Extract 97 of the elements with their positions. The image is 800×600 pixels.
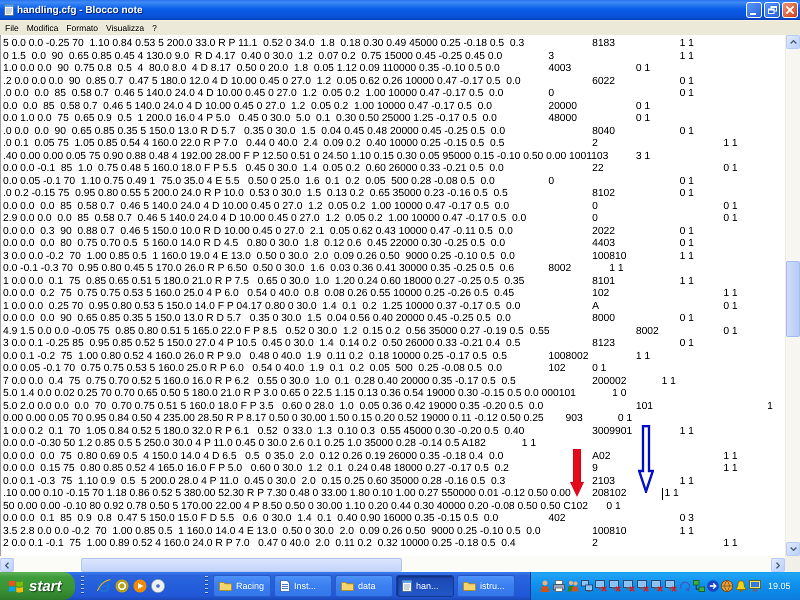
horizontal-scrollbar[interactable] [0, 556, 785, 572]
disc-icon[interactable] [151, 579, 165, 593]
taskbar-button[interactable]: Inst... [274, 575, 332, 597]
menu-item[interactable]: Modifica [22, 20, 62, 34]
scroll-down-button[interactable] [786, 542, 800, 556]
text-line: 2 0.0 0.1 -0.1 75 1.00 0.89 0.52 4 160.0 24.0 R P 7.0 0.47 0 40.0 2.0 0.11 0.2 0.32 10000 0.25 -0.18 0.5 0.4 2 1 1 [3, 538, 738, 551]
arrow-circle-icon[interactable] [707, 580, 719, 592]
text-line: 0.0 0.0 0.1 85 0.9 0.8 0.47 5 150.0 15.0 F D 5.5 0.6 0 30.0 1.4 0.1 0.40 0.90 16000 0.35 -0.15 0.5 0.0 402 0 3 [3, 513, 694, 526]
text-line: .0 0.1 0.05 75 1.05 0.85 0.54 4 160.0 22.0 R P 7.0 0.44 0 40.0 2.4 0.09 0.2 0.40 10000 0.25 -0.15 0.5 0.5 2 1 1 [3, 138, 738, 151]
folder-icon [341, 581, 354, 591]
text-line: 7 0.0 0.0 0.4 75 0.75 0.70 0.52 5 160.0 16.0 R P 6.2 0.55 0 30.0 1.0 0.1 0.28 0.40 20000 0.35 -0.17 0.5 0.5 200002 1 1 [3, 376, 676, 388]
text-line: 3.5 2.8 0.0 0.0 -0.2 70 1.00 0.85 0.5 1 160.0 14.0 4 E 13.0 0.50 0 30.0 2.0 0.09 0.26 0.50 9000 0.25 -0.10 0.5 0.0 100810 1 1 [3, 526, 694, 538]
text-line: 5.0 1.4 0.0 0.02 0.25 70 0.70 0.65 0.50 5 180.0 21.0 R P 3.0 0.65 0 22.5 1.15 0.13 0.36 0.54 19000 0.30 -0.15 0.5 0.0 000101 1 0 [3, 388, 626, 401]
text-line: 0.0 0.0 0.0 80 0.75 0.70 0.5 5 160.0 14.0 R D 4.5 0.80 0 30.0 1.8 0.12 0.6 0.45 22000 0.30 -0.25 0.5 0.0 4403 0 1 [3, 238, 694, 251]
scroll-right-button[interactable] [771, 558, 785, 572]
text-line: 0.0 0.0 -0.30 50 1.2 0.85 0.5 5 250.0 30.0 4 P 11.0 0.45 0 30.0 2.6 0.1 0.25 1.0 35000 0.28 -0.14 0.5 A182 1 1 [3, 438, 536, 451]
text-line: 2.9 0.0 0.0 0.0 85 0.58 0.7 0.46 5 140.0 24.0 4 D 10.00 0.45 0 27.0 1.2 0.05 0.2 1.00 10000 0.47 -0.17 0.5 0.0 0 0 1 [3, 213, 738, 226]
chevron-left-icon [5, 562, 9, 568]
taskbar-button[interactable]: data [335, 575, 393, 597]
folder-icon [219, 581, 232, 591]
text-line: 0.0 1.0 0.0 75 0.65 0.9 0.5 1 200.0 16.0 4 P 5.0 0.45 0 30.0 5.0 0.1 0.30 0.50 25000 1.25 -0.17 0.5 0.0 48000 0 1 [3, 113, 650, 126]
computers-icon[interactable] [581, 580, 593, 592]
text-line: .0 0.0 0.0 85 0.58 0.7 0.46 5 140.0 24.0 4 D 10.00 0.45 0 27.0 1.2 0.05 0.2 1.00 10000 0.47 -0.17 0.5 0.0 0 0 1 [3, 88, 694, 101]
ring-icon[interactable] [115, 579, 129, 593]
close-icon [786, 6, 794, 14]
browser-icon[interactable] [97, 579, 111, 593]
text-line: 0.0 0.0 0.0 75 0.80 0.69 0.5 4 150.0 14.0 4 D 6.5 0.5 0 35.0 2.0 0.12 0.26 0.19 26000 0.35 -0.18 0.4 0.0 A02 1 1 [3, 450, 738, 464]
clock: 19.05 [768, 581, 791, 591]
menu-item[interactable]: File [1, 20, 23, 34]
text-line: 0.0 0.0 0.2 75 0.75 0.75 0.53 5 160.0 25.0 4 P 6.0 0.54 0 40.0 0.8 0.08 0.26 0.55 10000 0.25 -0.26 0.5 0.45 102 1 1 [3, 288, 738, 301]
text-line: 1 0.0 0.0 0.25 70 0.95 0.80 0.53 5 150.0 14.0 F P 04.17 0.80 0 30.0 1.4 0.1 0.2 1.25 10000 0.37 -0.17 0.5 0.0 A 0 1 [3, 300, 738, 314]
monitor-cross-icon[interactable] [637, 580, 649, 592]
scroll-left-button[interactable] [0, 558, 14, 572]
text-line: .10 0.00 0.10 -0.15 70 1.18 0.86 0.52 5 380.00 52.30 R P 7.30 0.48 0 33.00 1.80 0.10 1.00 0.27 550000 0.01 -0.12 0.50 0.00 208102 1 1 [3, 488, 679, 501]
text-line: 1.0 0.0 0.0 90 0.75 0.8 0.5 4 80.0 8.0 4 D 8.17 0.50 0 20.0 1.8 0.05 1.12 0.09 110000 0.35 -0.10 0.5 0.0 4003 0 1 [3, 63, 650, 76]
text-line: 5.0 2.0 0.0 0.0 0.0 70 0.70 0.75 0.51 5 160.0 18.0 F P 3.5 0.60 0 28.0 1.0 0.05 0.36 0.42 19000 0.35 -0.20 0.5 0.0 101 1 [3, 400, 773, 414]
text-line: 5 0.0 0.0 -0.25 70 1.10 0.84 0.53 5 200.0 33.0 R P 11.1 0.52 0 34.0 1.8 0.18 0.30 0.49 45000 0.25 -0.18 0.5 0.3 8183 1 1 [3, 38, 694, 51]
text-line: 0 1.5 0.0 90 0.65 0.85 0.45 4 130.0 9.0 R D 4.17 0.40 0 30.0 1.2 0.07 0.2 0.75 15000 0.45 -0.25 0.45 0.0 3 1 1 [3, 50, 694, 64]
text-line: .0 0.0 0.0 90 0.65 0.85 0.35 5 150.0 13.0 R D 5.7 0.35 0 30.0 1.5 0.04 0.45 0.48 20000 0.45 -0.25 0.5 0.0 8040 0 1 [3, 126, 694, 138]
restore-icon [768, 6, 776, 14]
chevron-up-icon [790, 40, 796, 44]
scrollbar-thumb[interactable] [81, 558, 402, 572]
text-line: 0.0 0.0 0.15 75 0.80 0.85 0.52 4 165.0 16.0 F P 5.0 0.60 0 30.0 1.2 0.1 0.24 0.48 18000 0.27 -0.17 0.5 0.2 9 1 1 [3, 463, 738, 476]
monitor-cross-icon[interactable] [623, 580, 635, 592]
monitor-cross-icon[interactable] [595, 580, 607, 592]
text-line: 0.0 -0.1 -0.3 70 0.95 0.80 0.45 5 170.0 26.0 R P 6.50 0.50 0 30.0 1.6 0.03 0.36 0.41 30000 0.35 -0.25 0.5 0.6 8002 1 1 [3, 263, 624, 276]
text-line: 0.0 0.0 0.0 85 0.58 0.7 0.46 5 140.0 24.0 4 D 10.00 0.45 0 27.0 1.2 0.05 0.2 1.00 10000 0.47 -0.17 0.5 0.0 0 0 1 [3, 200, 738, 214]
text-line: .40 0.00 0.00 0.05 75 0.90 0.88 0.48 4 192.00 28.00 F P 12.50 0.51 0 24.50 1.10 0.15 0.30 0.05 95000 0.15 -0.10 0.50 0.00 1001103 3 1 [3, 150, 650, 164]
text-line: 0.0 0.0 85 0.58 0.7 0.46 5 140.0 24.0 4 D 10.00 0.45 0 27.0 1.2 0.05 0.2 1.00 10000 0.47 -0.17 0.5 0.0 20000 0 1 [3, 100, 650, 114]
restore-button[interactable] [764, 2, 780, 18]
text-line: 1 0.0 0.2 0.1 70 1.05 0.84 0.52 5 180.0 32.0 R P 6.1 0.52 0 33.0 1.3 0.10 0.3 0.55 45000 0.30 -0.20 0.5 0.40 3009901 1 1 [3, 426, 694, 438]
menu-item[interactable]: Formato [62, 20, 102, 34]
text-line: 50 0.00 0.00 -0.10 80 0.92 0.78 0.50 5 170.00 22.00 4 P 8.50 0.50 0 30.00 1.10 0.20 0.44 0.30 40000 0.20 -0.08 0.50 0.50 C102 0 1 [3, 500, 621, 514]
text-line: 3 0.0 0.0 -0.2 70 1.00 0.85 0.5 1 160.0 19.0 4 E 13.0 0.50 0 30.0 2.0 0.09 0.26 0.50 9000 0.25 -0.10 0.5 0.0 100810 1 1 [3, 250, 694, 264]
close-button[interactable] [782, 2, 798, 18]
menu-item[interactable]: Visualizza [102, 20, 148, 34]
scrollbar-corner [785, 556, 800, 572]
minimize-icon [750, 12, 756, 14]
notepad-icon [402, 580, 412, 592]
menu-item[interactable]: ? [148, 20, 161, 34]
folder-icon [463, 581, 476, 591]
flag-icon [9, 580, 23, 592]
chevron-down-icon [790, 547, 796, 551]
start-button[interactable]: start [0, 572, 75, 600]
globe-icon[interactable] [721, 580, 733, 592]
play-icon[interactable] [133, 579, 147, 593]
bell-icon[interactable] [735, 580, 747, 592]
taskbar-button[interactable]: han... [396, 575, 454, 597]
minimize-button[interactable] [746, 2, 762, 18]
taskbar-button[interactable]: istru... [457, 575, 515, 597]
monitor-cross-icon[interactable] [665, 580, 677, 592]
text-line: 0.0 0.05 -0.1 70 1.10 0.75 0.49 1 75.0 35.0 4 E 5.5 0.50 0 25.0 1.6 0.1 0.2 0.05 500 0.28 -0.08 0.5 0.0 0 0 1 [3, 176, 694, 188]
vertical-scrollbar[interactable] [785, 35, 800, 556]
window-title: handling.cfg - Blocco note [17, 4, 144, 16]
text-line: 0.0 0.0 -0.1 85 1.0 0.75 0.48 5 160.0 18.0 F P 5.5 0.45 0 30.0 1.4 0.05 0.2 0.60 26000 0.33 -0.21 0.5 0.0 22 0 1 [3, 163, 738, 176]
scroll-up-button[interactable] [786, 35, 800, 49]
text-line: 0.0 0.1 -0.3 75 1.10 0.9 0.5 5 200.0 28.0 4 P 11.0 0.45 0 30.0 2.0 0.15 0.25 0.60 35000 0.28 -0.16 0.5 0.3 2103 1 1 [3, 476, 694, 488]
monitor-icon[interactable] [749, 580, 761, 592]
scrollbar-thumb[interactable] [786, 261, 800, 337]
text-line: 0.0 0.05 -0.1 70 0.75 0.75 0.53 5 160.0 25.0 R P 6.0 0.54 0 40.0 1.9 0.1 0.2 0.05 500 0.25 -0.08 0.5 0.0 102 0 1 [3, 363, 606, 376]
text-line: 4.9 1.5 0.0 0.0 -0.05 75 0.85 0.80 0.51 5 165.0 22.0 F P 8.5 0.52 0 30.0 1.2 0.15 0.2 0.56 35000 0.27 -0.19 0.5 0.55 8002 0 1 [3, 326, 738, 338]
printer-icon[interactable] [553, 580, 565, 592]
text-line: 0.00 0.00 0.05 70 0.95 0.84 0.50 4 235.00 28.50 R P 8.17 0.50 0 30.00 1.50 0.15 0.20 0.52 19000 0.11 -0.12 0.50 0.25 903 0 1 [3, 413, 632, 426]
notepad-icon [4, 4, 14, 16]
text-line: 0.0 0.0 0.0 90 0.65 0.85 0.35 5 150.0 13.0 R D 5.7 0.35 0 30.0 1.5 0.04 0.56 0.40 20000 0.45 -0.25 0.5 0.0 8000 0 1 [3, 313, 694, 326]
text-line: 0.0 0.1 -0.2 75 1.00 0.80 0.52 4 160.0 26.0 R P 9.0 0.48 0 40.0 1.9 0.11 0.2 0.18 10000 0.25 -0.17 0.5 0.5 1008002 1 1 [3, 350, 650, 364]
document-icon [280, 580, 290, 592]
text-line: .2 0.0 0.0 0.0 90 0.85 0.7 0.47 5 180.0 12.0 4 D 10.00 0.45 0 27.0 1.2 0.05 0.62 0.26 10000 0.47 -0.17 0.5 0.0 6022 0 1 [3, 76, 694, 88]
text-line: 1 0.0 0.0 0.1 75 0.85 0.65 0.51 5 180.0 21.0 R P 7.5 0.65 0 30.0 1.0 1.20 0.24 0.60 18000 0.27 -0.25 0.5 0.35 8101 1 1 [3, 276, 694, 288]
monitor-cross-icon[interactable] [651, 580, 663, 592]
monitor-cross-icon[interactable] [609, 580, 621, 592]
chevron-right-icon [776, 562, 780, 568]
text-line: 0.0 0.0 0.3 90 0.88 0.7 0.46 5 150.0 10.0 R D 10.00 0.45 0 27.0 2.1 0.05 0.62 0.43 10000 0.47 -0.11 0.5 0.0 2022 0 1 [3, 226, 694, 238]
network-icon[interactable] [693, 580, 705, 592]
text-line: 3 0.0 0.1 -0.25 85 0.95 0.85 0.52 5 150.0 27.0 4 P 10.5 0.45 0 30.0 1.4 0.14 0.2 0.50 26000 0.33 -0.21 0.4 0.5 8123 0 1 [3, 338, 694, 351]
text-line: .0 0.2 -0.15 75 0.95 0.80 0.55 5 200.0 24.0 R P 10.0 0.53 0 30.0 1.5 0.13 0.2 0.65 35000 0.23 -0.16 0.5 0.5 8102 0 1 [3, 188, 694, 201]
taskbar-button[interactable]: Racing [213, 575, 271, 597]
